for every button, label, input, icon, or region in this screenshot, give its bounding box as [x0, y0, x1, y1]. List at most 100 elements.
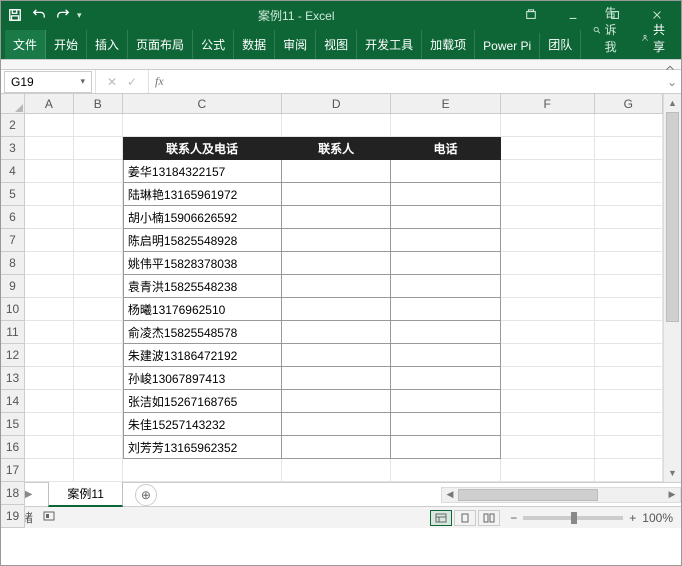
- cell-B5[interactable]: [74, 183, 123, 206]
- row-header-5[interactable]: 5: [1, 183, 25, 206]
- zoom-slider[interactable]: [523, 516, 623, 520]
- cell-A4[interactable]: [25, 160, 74, 183]
- undo-icon[interactable]: [29, 5, 49, 25]
- macro-record-icon[interactable]: [43, 510, 55, 525]
- cell-F2[interactable]: [501, 114, 595, 137]
- cell-F15[interactable]: [501, 413, 595, 436]
- horizontal-scrollbar[interactable]: ◀ ▶: [441, 487, 681, 503]
- vertical-scrollbar[interactable]: ▲ ▼: [663, 94, 681, 482]
- cell-D10[interactable]: [282, 298, 391, 321]
- redo-icon[interactable]: [53, 5, 73, 25]
- row-header-16[interactable]: 16: [1, 436, 25, 459]
- cell-B15[interactable]: [74, 413, 123, 436]
- cell-B8[interactable]: [74, 252, 123, 275]
- cell-F11[interactable]: [501, 321, 595, 344]
- cell-D7[interactable]: [282, 229, 391, 252]
- cell-C4[interactable]: 姜华13184322157: [123, 160, 282, 183]
- cell-G12[interactable]: [595, 344, 663, 367]
- row-header-3[interactable]: 3: [1, 137, 25, 160]
- cell-D13[interactable]: [282, 367, 391, 390]
- cell-G13[interactable]: [595, 367, 663, 390]
- sheet-next-icon[interactable]: ▶: [25, 489, 33, 500]
- cell-D12[interactable]: [282, 344, 391, 367]
- tab-insert[interactable]: 插入: [87, 30, 128, 59]
- column-header-B[interactable]: B: [74, 94, 123, 114]
- cell-G14[interactable]: [595, 390, 663, 413]
- tab-powerpivot[interactable]: Power Pi: [475, 33, 540, 59]
- cell-C7[interactable]: 陈启明15825548928: [123, 229, 282, 252]
- cell-F5[interactable]: [501, 183, 595, 206]
- row-header-15[interactable]: 15: [1, 413, 25, 436]
- cell-grid[interactable]: ABCDEFG 联系人及电话联系人电话姜华13184322157陆琳艳13165…: [25, 94, 663, 482]
- cell-F7[interactable]: [501, 229, 595, 252]
- cell-A17[interactable]: [25, 459, 74, 482]
- cell-F14[interactable]: [501, 390, 595, 413]
- scroll-up-icon[interactable]: ▲: [664, 94, 681, 112]
- cell-D6[interactable]: [282, 206, 391, 229]
- sheet-tab-active[interactable]: 案例11: [48, 482, 122, 507]
- cell-G16[interactable]: [595, 436, 663, 459]
- cell-F6[interactable]: [501, 206, 595, 229]
- cell-A3[interactable]: [25, 137, 74, 160]
- select-all-button[interactable]: [1, 94, 25, 114]
- name-box-dropdown-icon[interactable]: ▾: [80, 76, 85, 87]
- cell-C17[interactable]: [123, 459, 282, 482]
- tab-developer[interactable]: 开发工具: [357, 30, 422, 59]
- cell-F17[interactable]: [501, 459, 595, 482]
- share-button[interactable]: 共享: [633, 17, 677, 59]
- cell-D15[interactable]: [282, 413, 391, 436]
- row-header-8[interactable]: 8: [1, 252, 25, 275]
- cell-E9[interactable]: [391, 275, 500, 298]
- cell-C8[interactable]: 姚伟平15828378038: [123, 252, 282, 275]
- cell-B2[interactable]: [74, 114, 123, 137]
- scroll-down-icon[interactable]: ▼: [664, 464, 681, 482]
- cell-C13[interactable]: 孙峻13067897413: [123, 367, 282, 390]
- row-header-11[interactable]: 11: [1, 321, 25, 344]
- fx-icon[interactable]: fx: [149, 74, 170, 89]
- row-header-17[interactable]: 17: [1, 459, 25, 482]
- horizontal-scroll-thumb[interactable]: [458, 489, 598, 501]
- tab-data[interactable]: 数据: [234, 30, 275, 59]
- cell-F13[interactable]: [501, 367, 595, 390]
- cell-E13[interactable]: [391, 367, 500, 390]
- cell-F3[interactable]: [501, 137, 595, 160]
- row-header-2[interactable]: 2: [1, 114, 25, 137]
- cell-E7[interactable]: [391, 229, 500, 252]
- cell-A5[interactable]: [25, 183, 74, 206]
- cell-G2[interactable]: [595, 114, 663, 137]
- cell-A13[interactable]: [25, 367, 74, 390]
- cell-F8[interactable]: [501, 252, 595, 275]
- cell-F10[interactable]: [501, 298, 595, 321]
- scroll-right-icon[interactable]: ▶: [664, 489, 680, 500]
- cell-E16[interactable]: [391, 436, 500, 459]
- cell-A10[interactable]: [25, 298, 74, 321]
- row-header-4[interactable]: 4: [1, 160, 25, 183]
- zoom-out-button[interactable]: −: [510, 511, 517, 525]
- row-header-14[interactable]: 14: [1, 390, 25, 413]
- cell-A11[interactable]: [25, 321, 74, 344]
- cell-B13[interactable]: [74, 367, 123, 390]
- cell-C11[interactable]: 俞凌杰15825548578: [123, 321, 282, 344]
- cell-E17[interactable]: [391, 459, 500, 482]
- cell-G4[interactable]: [595, 160, 663, 183]
- cell-G5[interactable]: [595, 183, 663, 206]
- cell-F12[interactable]: [501, 344, 595, 367]
- cell-G9[interactable]: [595, 275, 663, 298]
- cell-B16[interactable]: [74, 436, 123, 459]
- cell-A14[interactable]: [25, 390, 74, 413]
- cell-E11[interactable]: [391, 321, 500, 344]
- cell-A16[interactable]: [25, 436, 74, 459]
- zoom-in-button[interactable]: +: [629, 511, 636, 525]
- cell-B4[interactable]: [74, 160, 123, 183]
- cell-D4[interactable]: [282, 160, 391, 183]
- tab-addins[interactable]: 加载项: [422, 30, 475, 59]
- add-sheet-button[interactable]: ⊕: [135, 484, 157, 506]
- cell-E4[interactable]: [391, 160, 500, 183]
- cell-C16[interactable]: 刘芳芳13165962352: [123, 436, 282, 459]
- vertical-scroll-thumb[interactable]: [666, 112, 679, 322]
- cell-C5[interactable]: 陆琳艳13165961972: [123, 183, 282, 206]
- zoom-level[interactable]: 100%: [642, 511, 673, 525]
- cell-B14[interactable]: [74, 390, 123, 413]
- tab-team[interactable]: 团队: [540, 30, 581, 59]
- cell-D17[interactable]: [282, 459, 391, 482]
